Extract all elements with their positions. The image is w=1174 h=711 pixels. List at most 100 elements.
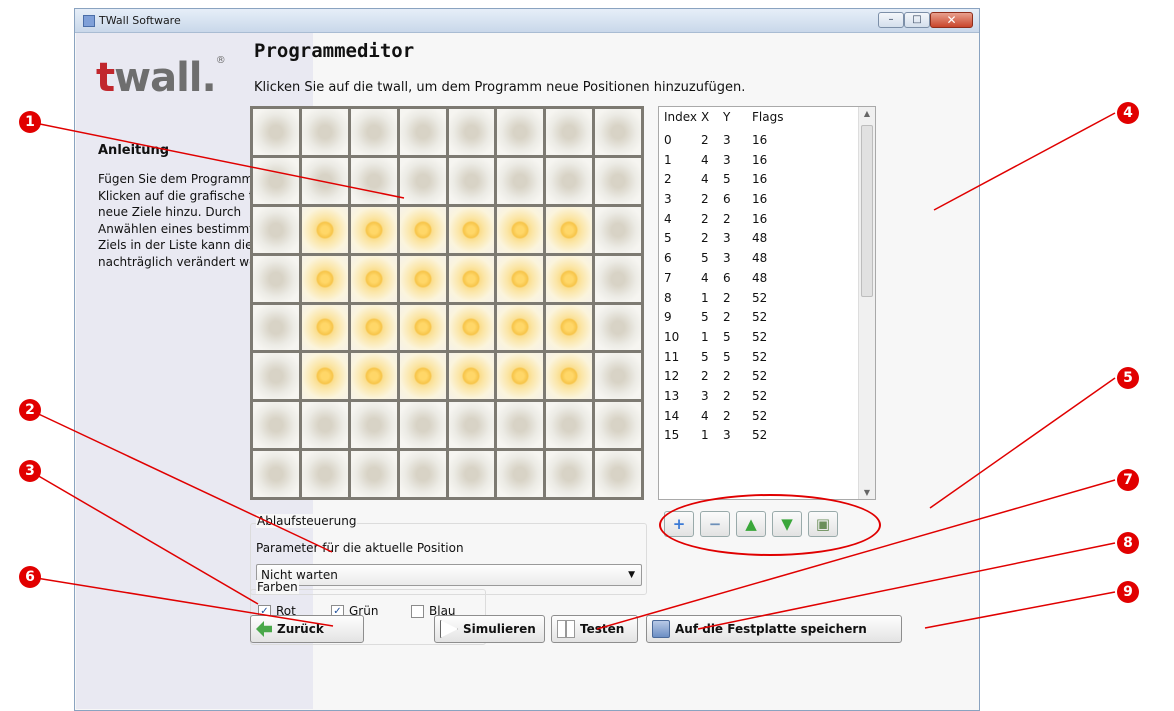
twall-cell[interactable]: [253, 304, 299, 351]
twall-cell[interactable]: [253, 402, 299, 449]
twall-cell[interactable]: [350, 157, 397, 204]
twall-cell[interactable]: [497, 451, 544, 497]
twall-cell[interactable]: [497, 255, 544, 302]
list-row[interactable]: 10 1 5 52: [659, 327, 859, 347]
twall-cell[interactable]: [399, 353, 446, 400]
list-row[interactable]: 13 3 2 52: [659, 386, 859, 406]
twall-cell[interactable]: [448, 157, 495, 204]
list-row[interactable]: 3 2 6 16: [659, 189, 859, 209]
twall-cell[interactable]: [448, 402, 495, 449]
twall-cell[interactable]: [595, 451, 641, 497]
twall-grid[interactable]: [250, 106, 644, 500]
move-down-button[interactable]: ▼: [772, 511, 802, 537]
twall-cell[interactable]: [497, 353, 544, 400]
twall-cell[interactable]: [301, 206, 348, 253]
position-list[interactable]: Index X Y Flags 0 2 3 16 1 4 3 16 2 4 5 16 3 2 6 16 4 2 2 1…: [658, 106, 876, 500]
twall-cell[interactable]: [595, 206, 641, 253]
twall-cell[interactable]: [448, 255, 495, 302]
twall-cell[interactable]: [253, 451, 299, 497]
twall-cell[interactable]: [595, 402, 641, 449]
twall-cell[interactable]: [399, 304, 446, 351]
twall-cell[interactable]: [497, 402, 544, 449]
twall-cell[interactable]: [399, 451, 446, 497]
twall-cell[interactable]: [595, 109, 641, 155]
col-flags[interactable]: Flags: [752, 110, 783, 124]
list-row[interactable]: 11 5 5 52: [659, 347, 859, 367]
twall-cell[interactable]: [595, 353, 641, 400]
col-index[interactable]: Index: [664, 110, 697, 124]
list-row[interactable]: 2 4 5 16: [659, 169, 859, 189]
twall-cell[interactable]: [350, 402, 397, 449]
twall-cell[interactable]: [448, 206, 495, 253]
twall-cell[interactable]: [350, 353, 397, 400]
list-row[interactable]: 5 2 3 48: [659, 228, 859, 248]
list-row[interactable]: 1 4 3 16: [659, 150, 859, 170]
twall-cell[interactable]: [448, 451, 495, 497]
twall-cell[interactable]: [350, 304, 397, 351]
minimize-button[interactable]: –: [878, 12, 904, 28]
twall-cell[interactable]: [595, 304, 641, 351]
twall-cell[interactable]: [448, 109, 495, 155]
col-x[interactable]: X: [701, 110, 709, 124]
twall-cell[interactable]: [399, 402, 446, 449]
twall-cell[interactable]: [546, 206, 593, 253]
simulate-button[interactable]: Simulieren: [434, 615, 545, 643]
close-button[interactable]: ✕: [930, 12, 973, 28]
list-row[interactable]: 15 1 3 52: [659, 425, 859, 445]
twall-cell[interactable]: [253, 255, 299, 302]
list-row[interactable]: 0 2 3 16: [659, 130, 859, 150]
back-button[interactable]: Zurück: [250, 615, 364, 643]
twall-cell[interactable]: [448, 353, 495, 400]
remove-button[interactable]: −: [700, 511, 730, 537]
delete-all-button[interactable]: ▣: [808, 511, 838, 537]
twall-cell[interactable]: [497, 109, 544, 155]
scroll-up-icon[interactable]: ▲: [859, 109, 875, 118]
twall-cell[interactable]: [301, 353, 348, 400]
wait-select[interactable]: Nicht warten ▼: [256, 564, 642, 586]
twall-cell[interactable]: [350, 451, 397, 497]
list-row[interactable]: 9 5 2 52: [659, 307, 859, 327]
twall-cell[interactable]: [399, 109, 446, 155]
twall-cell[interactable]: [497, 157, 544, 204]
twall-cell[interactable]: [546, 304, 593, 351]
twall-cell[interactable]: [350, 109, 397, 155]
twall-cell[interactable]: [546, 402, 593, 449]
twall-cell[interactable]: [399, 157, 446, 204]
twall-cell[interactable]: [546, 451, 593, 497]
list-scrollbar[interactable]: ▲ ▼: [858, 107, 875, 499]
twall-cell[interactable]: [253, 157, 299, 204]
twall-cell[interactable]: [399, 255, 446, 302]
twall-cell[interactable]: [595, 255, 641, 302]
twall-cell[interactable]: [350, 206, 397, 253]
twall-cell[interactable]: [595, 157, 641, 204]
list-row[interactable]: 8 1 2 52: [659, 288, 859, 308]
twall-cell[interactable]: [301, 451, 348, 497]
twall-cell[interactable]: [301, 402, 348, 449]
test-button[interactable]: Testen: [551, 615, 638, 643]
scroll-thumb[interactable]: [861, 125, 873, 297]
twall-cell[interactable]: [301, 109, 348, 155]
twall-cell[interactable]: [448, 304, 495, 351]
list-row[interactable]: 14 4 2 52: [659, 406, 859, 426]
list-row[interactable]: 7 4 6 48: [659, 268, 859, 288]
twall-cell[interactable]: [546, 353, 593, 400]
list-row[interactable]: 12 2 2 52: [659, 366, 859, 386]
twall-cell[interactable]: [546, 255, 593, 302]
twall-cell[interactable]: [497, 304, 544, 351]
twall-cell[interactable]: [546, 109, 593, 155]
twall-cell[interactable]: [253, 109, 299, 155]
twall-cell[interactable]: [301, 304, 348, 351]
twall-cell[interactable]: [253, 206, 299, 253]
move-up-button[interactable]: ▲: [736, 511, 766, 537]
maximize-button[interactable]: □: [904, 12, 930, 28]
twall-cell[interactable]: [399, 206, 446, 253]
list-row[interactable]: 4 2 2 16: [659, 209, 859, 229]
twall-cell[interactable]: [253, 353, 299, 400]
save-button[interactable]: Auf die Festplatte speichern: [646, 615, 902, 643]
scroll-down-icon[interactable]: ▼: [859, 488, 875, 497]
twall-cell[interactable]: [497, 206, 544, 253]
twall-cell[interactable]: [301, 157, 348, 204]
twall-cell[interactable]: [350, 255, 397, 302]
col-y[interactable]: Y: [723, 110, 730, 124]
twall-cell[interactable]: [301, 255, 348, 302]
